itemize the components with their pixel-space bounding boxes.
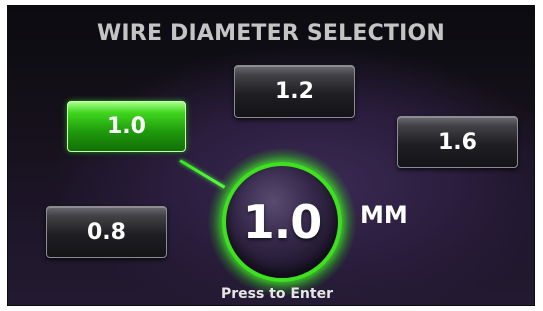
current-diameter-value: 1.0 [242, 195, 322, 249]
diameter-option-0-8[interactable]: 0.8 [46, 206, 167, 258]
press-to-enter-hint: Press to Enter [220, 286, 333, 302]
enter-knob-button[interactable]: 1.0 [222, 162, 342, 282]
diameter-option-1-2[interactable]: 1.2 [234, 65, 355, 118]
diameter-option-1-0[interactable]: 1.0 [67, 101, 186, 152]
wire-diameter-screen: WIRE DIAMETER SELECTION 1.2 1.0 1.6 0.8 … [7, 5, 535, 306]
diameter-option-1-6[interactable]: 1.6 [397, 116, 518, 168]
unit-label: MM [360, 201, 408, 229]
screen-title: WIRE DIAMETER SELECTION [96, 21, 446, 46]
